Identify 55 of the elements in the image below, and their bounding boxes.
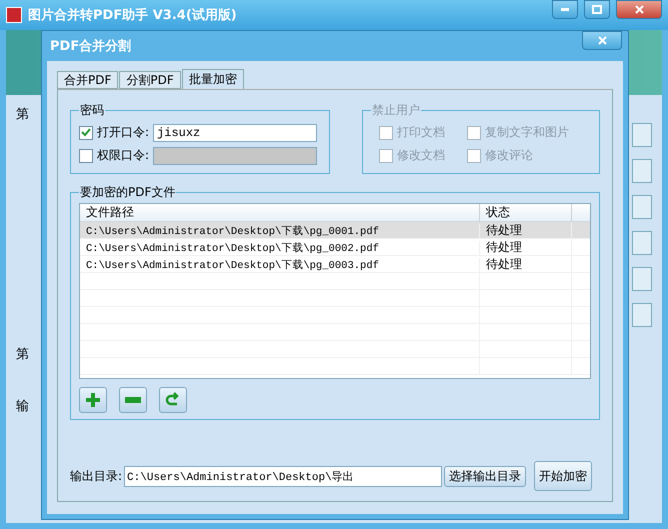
section-label: 第 [16,346,30,363]
file-row[interactable]: C:\Users\Administrator\Desktop\下载\pg_0002.pdf 待处理 [80,239,590,256]
checkbox[interactable] [79,126,93,140]
table-cell: C:\Users\Administrator\Desktop\下载\pg_0002.pdf [80,240,480,254]
refresh-file-button[interactable] [159,387,187,413]
group-title: 密码 [79,102,105,119]
maximize-icon [592,5,602,14]
file-row[interactable]: C:\Users\Administrator\Desktop\下载\pg_0003.pdf 待处理 [80,256,590,273]
tab[interactable]: 批量加密 [182,69,244,89]
checkbox-label: 复制文字和图片 [485,124,569,141]
password-field[interactable]: jisuxz [153,124,318,142]
checkbox-label: 修改评论 [485,147,533,164]
table-cell: 待处理 [480,256,572,273]
close-icon [634,5,644,14]
side-button[interactable] [632,159,652,183]
plus-icon [85,392,101,408]
output-folder-field[interactable]: C:\Users\Administrator\Desktop\导出 [124,466,442,486]
tab[interactable]: 分割PDF [119,71,181,89]
section-label: 输 [16,398,30,415]
field-label: 权限口令: [97,147,150,164]
field-label: 打开口令: [97,124,150,141]
check-icon [81,128,91,137]
dialog-title: PDF合并分割 [50,38,132,55]
side-button[interactable] [632,303,652,327]
maximize-button[interactable] [584,0,610,19]
minus-icon [125,397,141,403]
group-title: 要加密的PDF文件 [79,184,176,201]
checkbox-label: 修改文档 [397,147,445,164]
section-label: 第 [16,106,30,123]
app-icon [6,7,22,23]
browse-button[interactable]: 选择输出目录 [444,466,526,486]
minimize-icon [561,8,569,11]
close-button[interactable] [616,0,662,19]
side-button[interactable] [632,267,652,291]
checkbox-label: 打印文档 [397,124,445,141]
refresh-icon [165,392,181,408]
minimize-button[interactable] [552,0,578,19]
window-title: 图片合并转PDF助手 V3.4(试用版) [28,6,237,24]
tab[interactable]: 合并PDF [57,71,118,89]
side-button[interactable] [632,231,652,255]
close-button[interactable] [582,31,622,50]
side-button[interactable] [632,123,652,147]
remove-file-button[interactable] [119,387,147,413]
add-file-button[interactable] [79,387,107,413]
start-button[interactable]: 开始加密 [534,461,592,491]
file-row[interactable]: C:\Users\Administrator\Desktop\下载\pg_0001.pdf 待处理 [80,222,590,239]
column-header: 文件路径 [80,204,480,221]
table-cell: C:\Users\Administrator\Desktop\下载\pg_0001.pdf [80,224,480,238]
table-cell: C:\Users\Administrator\Desktop\下载\pg_0003.pdf [80,258,480,272]
column-header: 状态 [480,204,572,221]
close-icon [598,36,606,45]
field-label: 输出目录: [70,468,122,484]
group-title: 禁止用户 [371,102,421,119]
side-button[interactable] [632,195,652,219]
checkbox[interactable] [79,148,93,162]
